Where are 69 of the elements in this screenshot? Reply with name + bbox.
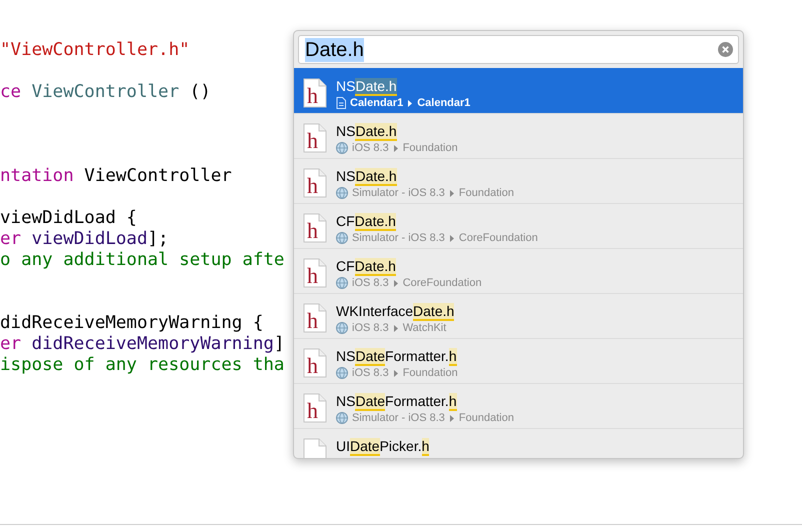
- code-line: ispose of any resources tha: [0, 355, 284, 376]
- header-file-icon: h: [303, 348, 327, 378]
- path-label: WatchKit: [402, 322, 446, 334]
- chevron-icon: [394, 144, 398, 152]
- chevron-icon: [408, 100, 412, 106]
- result-title: NSDateFormatter.h: [336, 348, 458, 365]
- globe-icon: [336, 322, 348, 334]
- path-label: iOS 8.3: [352, 367, 389, 379]
- chevron-icon: [450, 190, 454, 196]
- chevron-icon: [394, 324, 398, 332]
- globe-icon: [336, 142, 348, 154]
- chevron-icon: [394, 280, 398, 286]
- path-label: iOS 8.3: [352, 322, 389, 334]
- path-label: CoreFoundation: [402, 277, 482, 289]
- header-file-icon: h: [303, 213, 327, 243]
- path-label: Simulator - iOS 8.3: [352, 187, 445, 199]
- clear-icon[interactable]: [718, 42, 733, 57]
- path-label: Foundation: [402, 142, 458, 154]
- header-file-icon: h: [303, 393, 327, 423]
- result-item[interactable]: h NSDate.h Simulator - iOS 8.3 Foundation: [294, 158, 743, 203]
- code-line: "ViewController.h": [0, 40, 190, 61]
- result-title: NSDate.h: [336, 123, 398, 140]
- result-title: UIDatePicker.h: [336, 438, 430, 455]
- chevron-icon: [450, 234, 454, 242]
- path-label: Foundation: [402, 367, 458, 379]
- result-title: NSDate.h: [336, 168, 398, 185]
- globe-icon: [336, 187, 348, 199]
- code-line: er didReceiveMemoryWarning]: [0, 334, 284, 355]
- result-title: NSDate.h: [336, 78, 398, 95]
- result-item[interactable]: UIDatePicker.h: [294, 428, 743, 458]
- result-item[interactable]: h NSDateFormatter.h iOS 8.3 Foundation: [294, 338, 743, 383]
- result-item[interactable]: h NSDateFormatter.h Simulator - iOS 8.3 Foundation: [294, 383, 743, 428]
- code-line: o any additional setup afte: [0, 250, 284, 271]
- globe-icon: [336, 232, 348, 244]
- chevron-icon: [394, 370, 398, 376]
- path-label: Calendar1: [350, 97, 404, 109]
- result-item[interactable]: h WKInterfaceDate.h iOS 8.3 WatchKit: [294, 293, 743, 338]
- path-label: iOS 8.3: [352, 142, 389, 154]
- result-title: CFDate.h: [336, 258, 397, 275]
- result-title: WKInterfaceDate.h: [336, 303, 454, 320]
- code-line: didReceiveMemoryWarning {: [0, 313, 264, 334]
- code-line: ntation ViewController: [0, 166, 232, 187]
- header-file-icon: h: [303, 303, 327, 333]
- chevron-icon: [450, 414, 454, 422]
- result-title: NSDateFormatter.h: [336, 393, 458, 410]
- globe-icon: [336, 412, 348, 424]
- code-line: viewDidLoad {: [0, 208, 137, 229]
- header-file-icon: h: [303, 123, 327, 153]
- search-field[interactable]: Date.h: [298, 35, 739, 64]
- result-item[interactable]: h NSDate.h iOS 8.3 Foundation: [294, 113, 743, 158]
- path-label: Foundation: [458, 412, 514, 424]
- path-label: Foundation: [458, 187, 514, 199]
- document-icon: [336, 97, 346, 109]
- code-line: ce ViewController (): [0, 82, 211, 103]
- header-file-icon: h: [303, 168, 327, 198]
- path-label: iOS 8.3: [352, 277, 389, 289]
- globe-icon: [336, 277, 348, 289]
- header-file-icon: h: [303, 258, 327, 288]
- code-line: er viewDidLoad];: [0, 229, 169, 250]
- header-file-icon: h: [303, 78, 327, 108]
- result-title: CFDate.h: [336, 213, 397, 230]
- path-label: Simulator - iOS 8.3: [352, 412, 445, 424]
- path-label: Calendar1: [417, 97, 470, 109]
- path-label: Simulator - iOS 8.3: [352, 232, 445, 244]
- result-item[interactable]: h CFDate.h Simulator - iOS 8.3 CoreFoundation: [294, 203, 743, 248]
- result-item[interactable]: h NSDate.h Calendar1 Calendar1: [294, 68, 743, 113]
- globe-icon: [336, 367, 348, 379]
- result-item[interactable]: h CFDate.h iOS 8.3 CoreFoundation: [294, 248, 743, 293]
- path-label: CoreFoundation: [458, 232, 538, 244]
